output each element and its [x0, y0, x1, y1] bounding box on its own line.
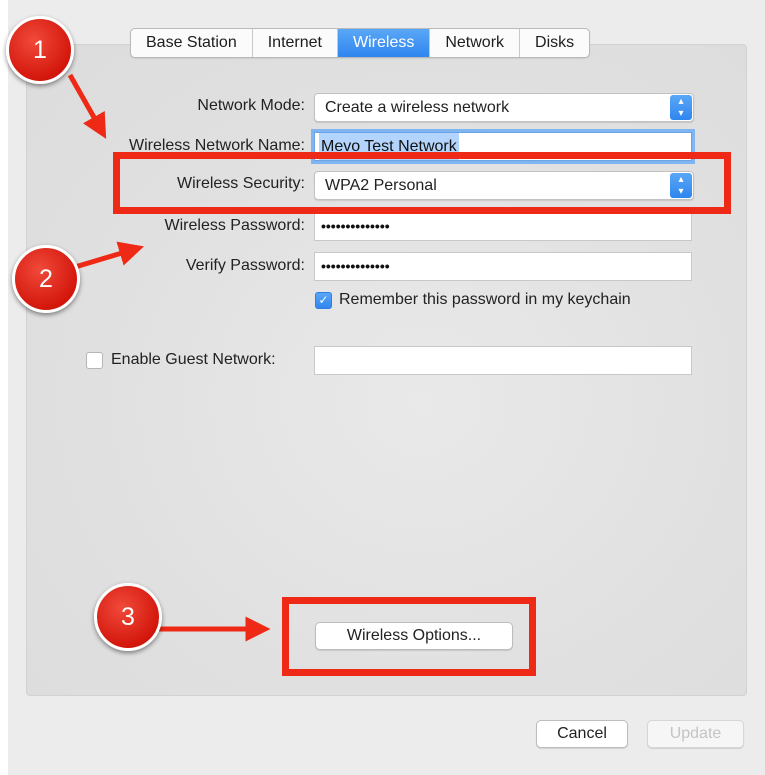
step-1-badge: 1 [6, 16, 74, 84]
step-3-badge: 3 [94, 583, 162, 651]
annotation-arrows [67, 73, 271, 642]
arrow-2 [74, 241, 144, 270]
step-2-badge: 2 [12, 245, 80, 313]
arrow-1 [67, 73, 107, 139]
